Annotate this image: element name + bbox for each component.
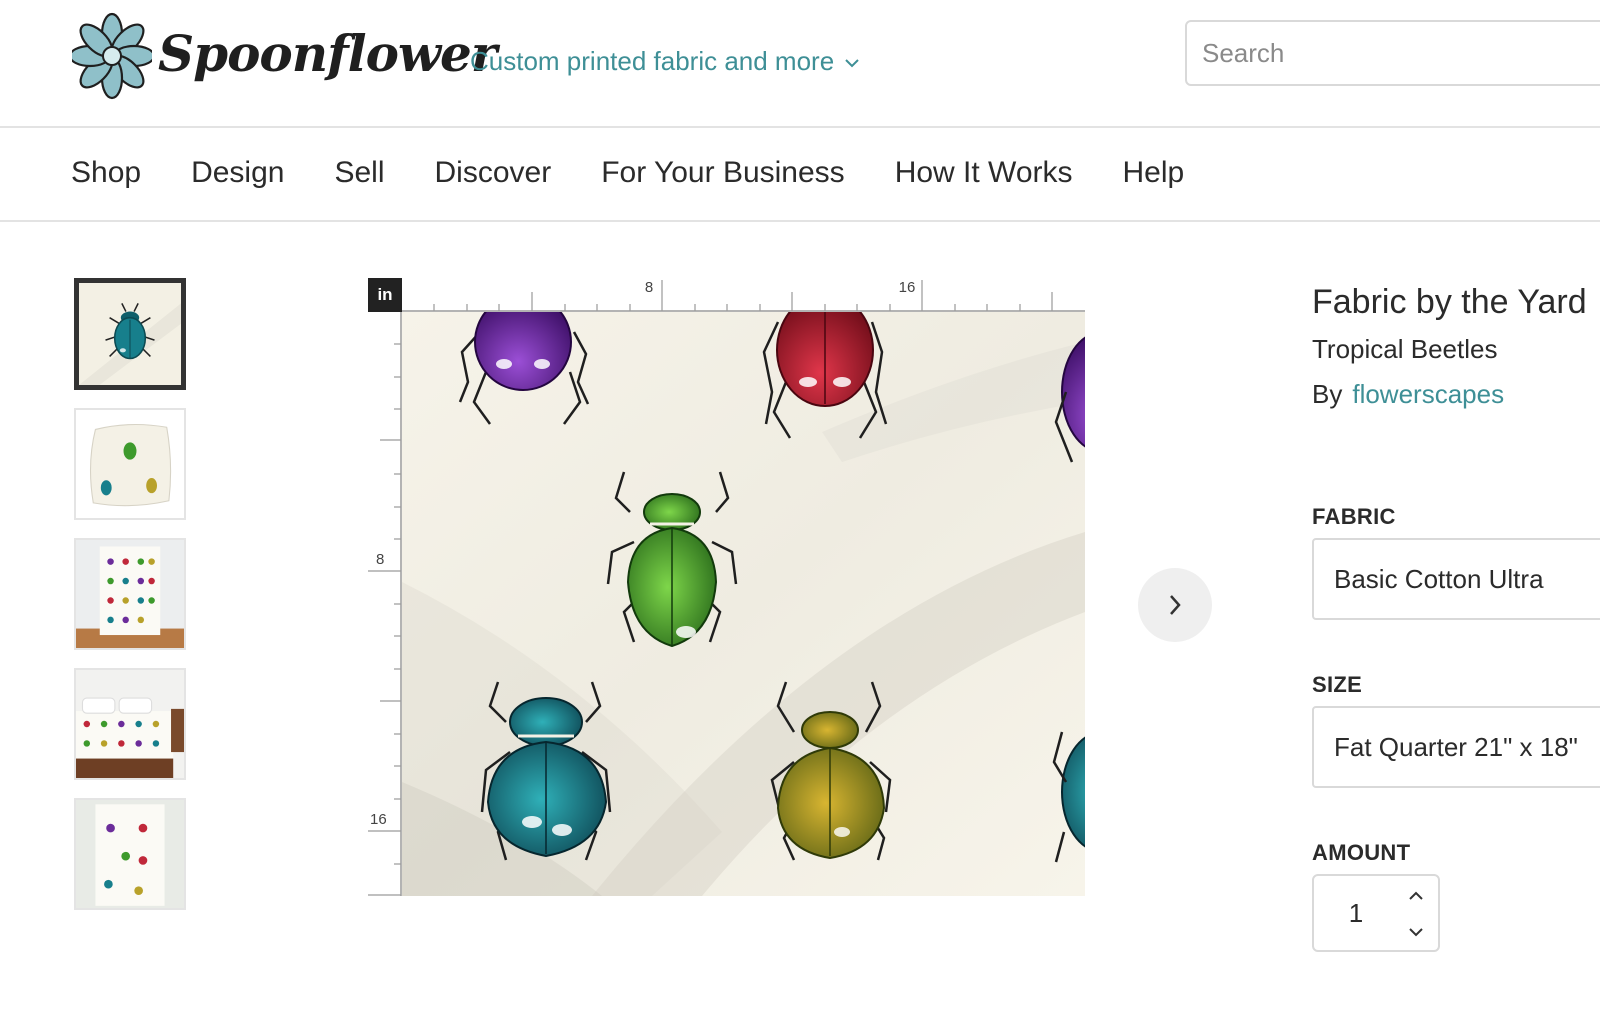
nav-item-for-your-business[interactable]: For Your Business [601,156,844,190]
tea-towel-image [76,800,184,908]
nav-item-help[interactable]: Help [1123,156,1185,190]
unit-badge: in [368,278,402,312]
fabric-swatch-image [402,312,1085,896]
quantity-value[interactable]: 1 [1336,898,1376,929]
spoonflower-logo[interactable]: Spoonflower [72,10,497,102]
next-image-button[interactable] [1138,568,1212,642]
throw-blanket-image [76,540,184,648]
size-select[interactable]: Fat Quarter 21" x 18" [1312,706,1600,788]
design-name: Tropical Beetles [1312,334,1498,364]
flower-logo-icon [72,12,152,100]
nav-item-design[interactable]: Design [191,156,284,190]
quantity-stepper: 1 [1312,874,1440,952]
by-label: By [1312,379,1343,409]
beetle-swatch-image [79,283,181,385]
ruler-top-label-16: 16 [899,279,916,296]
fabric-label: FABRIC [1312,504,1396,529]
tagline-dropdown[interactable]: Custom printed fabric and more [470,46,860,77]
fabric-select[interactable]: Basic Cotton Ultra [1312,538,1600,620]
tagline-text: Custom printed fabric and more [470,46,835,76]
ruler-left-label-16: 16 [370,811,387,828]
nav-item-shop[interactable]: Shop [71,156,141,190]
size-label: SIZE [1312,672,1363,697]
ruler-left-label-8: 8 [376,551,384,568]
chevron-right-icon [1170,595,1181,615]
site-header: Spoonflower Custom printed fabric and mo… [0,0,1600,128]
nav-item-how-it-works[interactable]: How It Works [895,156,1073,190]
increment-button[interactable] [1402,884,1430,908]
thumbnail-duvet-bedroom[interactable] [74,668,186,780]
ruler-top: 8 16 [402,278,1085,312]
main-nav: Shop Design Sell Discover For Your Busin… [0,128,1600,222]
nav-item-sell[interactable]: Sell [334,156,384,190]
thumbnail-throw-blanket[interactable] [74,538,186,650]
search-box [1185,20,1600,86]
thumbnail-swatch[interactable] [74,278,186,390]
thumbnail-list [74,278,186,928]
chevron-down-icon [845,59,859,68]
designer-link[interactable]: flowerscapes [1352,379,1504,409]
chevron-up-icon [1409,891,1423,900]
thumbnail-pillow[interactable] [74,408,186,520]
designer-byline: By flowerscapes [1312,379,1600,410]
thumbnail-tea-towel[interactable] [74,798,186,910]
ruler-top-label-8: 8 [645,279,653,296]
nav-item-discover[interactable]: Discover [435,156,552,190]
product-title: Fabric by the Yard [1312,283,1587,321]
search-input[interactable] [1187,22,1600,84]
brand-wordmark: Spoonflower [158,24,497,83]
decrement-button[interactable] [1402,920,1430,944]
fabric-preview: in 8 16 8 16 [368,278,1085,896]
chevron-down-icon [1409,928,1423,937]
product-details: Fabric by the Yard Tropical Beetles By fl… [1312,280,1600,410]
amount-label: AMOUNT [1312,840,1411,865]
duvet-bedroom-image [76,670,184,778]
pillow-image [76,410,184,518]
ruler-left: 8 16 [368,312,402,896]
